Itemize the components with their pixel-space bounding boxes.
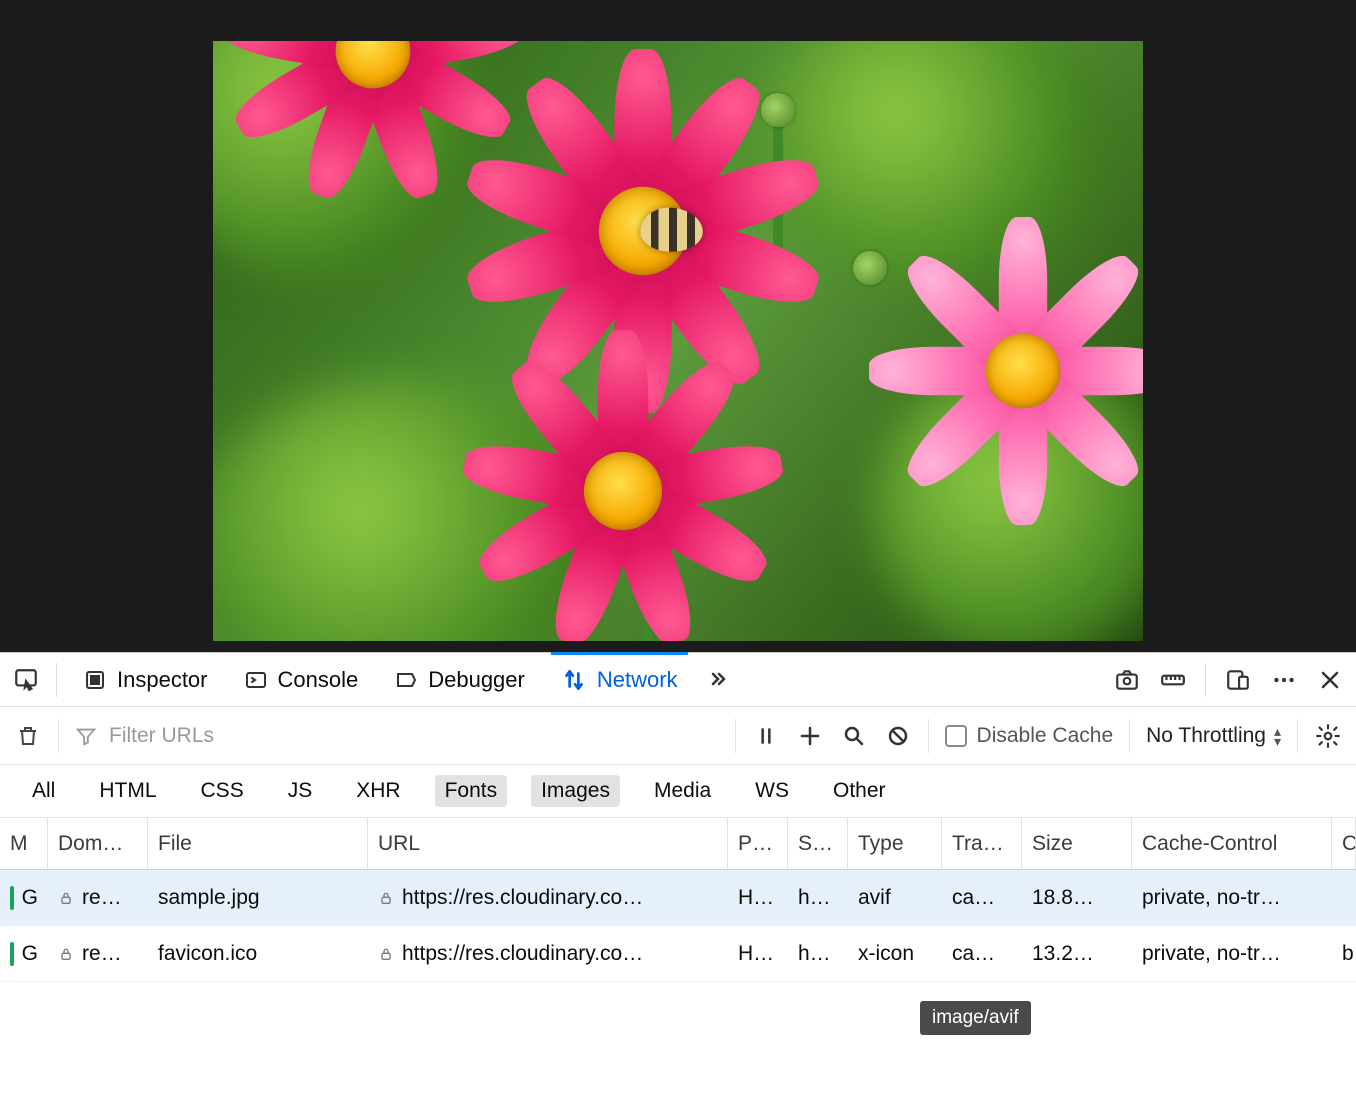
select-arrows-icon: ▴▾ (1274, 726, 1281, 746)
select-label: No Throttling (1146, 724, 1266, 748)
cell-type: x-icon (848, 942, 942, 966)
network-icon (561, 667, 587, 693)
cell-type: avif (848, 886, 942, 910)
tab-debugger[interactable]: Debugger (384, 653, 535, 706)
filter-all[interactable]: All (22, 775, 65, 807)
col-url[interactable]: URL (368, 818, 728, 869)
settings-button[interactable] (1314, 722, 1342, 750)
cell-cache-control: private, no-tr… (1132, 942, 1332, 966)
filter-html[interactable]: HTML (89, 775, 166, 807)
col-transferred[interactable]: Tra… (942, 818, 1022, 869)
cell-transferred: ca… (942, 942, 1022, 966)
displayed-image (213, 41, 1143, 641)
cell-size: 18.8… (1022, 886, 1132, 910)
type-tooltip: image/avif (920, 1001, 1031, 1035)
filter-icon (75, 725, 97, 747)
cell-protocol: H… (728, 942, 788, 966)
filter-js[interactable]: JS (278, 775, 323, 807)
tab-network[interactable]: Network (551, 653, 688, 706)
block-button[interactable] (884, 722, 912, 750)
cell-domain: re… (48, 942, 148, 966)
devtools-tab-bar: Inspector Console Debugger Network (0, 652, 1356, 707)
col-scheme[interactable]: S… (788, 818, 848, 869)
tab-label: Inspector (117, 667, 208, 693)
cell-file: sample.jpg (148, 886, 368, 910)
pick-element-button[interactable] (12, 666, 40, 694)
clear-button[interactable] (14, 722, 42, 750)
throttling-select[interactable]: No Throttling ▴▾ (1146, 724, 1281, 748)
col-domain[interactable]: Dom… (48, 818, 148, 869)
cell-size: 13.2… (1022, 942, 1132, 966)
col-file[interactable]: File (148, 818, 368, 869)
col-protocol[interactable]: P… (728, 818, 788, 869)
inspector-icon (83, 668, 107, 692)
cell-scheme: h… (788, 942, 848, 966)
tab-label: Network (597, 667, 678, 693)
filter-xhr[interactable]: XHR (346, 775, 410, 807)
table-row[interactable]: Gre…favicon.icohttps://res.cloudinary.co… (0, 926, 1356, 982)
search-button[interactable] (840, 722, 868, 750)
cell-method: G (0, 942, 48, 966)
add-button[interactable] (796, 722, 824, 750)
console-icon (244, 668, 268, 692)
responsive-design-button[interactable] (1224, 666, 1252, 694)
filter-urls-input[interactable] (109, 724, 380, 748)
col-size[interactable]: Size (1022, 818, 1132, 869)
table-row[interactable]: Gre…sample.jpghttps://res.cloudinary.co…… (0, 870, 1356, 926)
filter-css[interactable]: CSS (191, 775, 254, 807)
col-method[interactable]: M (0, 818, 48, 869)
measure-button[interactable] (1159, 666, 1187, 694)
tab-label: Debugger (428, 667, 525, 693)
filter-media[interactable]: Media (644, 775, 721, 807)
cell-cookies: b (1332, 942, 1356, 966)
content-viewport (0, 0, 1356, 652)
close-devtools-button[interactable] (1316, 666, 1344, 694)
tab-overflow-button[interactable] (704, 666, 732, 694)
pause-button[interactable] (752, 722, 780, 750)
requests-table: M Dom… File URL P… S… Type Tra… Size Cac… (0, 818, 1356, 982)
cell-protocol: H… (728, 886, 788, 910)
col-cookies[interactable]: C (1332, 818, 1356, 869)
checkbox-box (945, 725, 967, 747)
network-toolbar: Disable Cache No Throttling ▴▾ (0, 707, 1356, 765)
tab-console[interactable]: Console (234, 653, 369, 706)
tab-inspector[interactable]: Inspector (73, 653, 218, 706)
col-cache-control[interactable]: Cache-Control (1132, 818, 1332, 869)
filter-ws[interactable]: WS (745, 775, 799, 807)
cell-file: favicon.ico (148, 942, 368, 966)
cell-scheme: h… (788, 886, 848, 910)
filter-images[interactable]: Images (531, 775, 620, 807)
tab-label: Console (278, 667, 359, 693)
cell-domain: re… (48, 886, 148, 910)
screenshot-button[interactable] (1113, 666, 1141, 694)
cell-transferred: ca… (942, 886, 1022, 910)
checkbox-label: Disable Cache (977, 724, 1114, 748)
filter-other[interactable]: Other (823, 775, 896, 807)
cell-url: https://res.cloudinary.co… (368, 942, 728, 966)
col-type[interactable]: Type (848, 818, 942, 869)
debugger-icon (394, 668, 418, 692)
cell-method: G (0, 886, 48, 910)
table-header[interactable]: M Dom… File URL P… S… Type Tra… Size Cac… (0, 818, 1356, 870)
request-type-filters: All HTML CSS JS XHR Fonts Images Media WS Other (0, 765, 1356, 818)
cell-cache-control: private, no-tr… (1132, 886, 1332, 910)
disable-cache-checkbox[interactable]: Disable Cache (945, 724, 1114, 748)
cell-url: https://res.cloudinary.co… (368, 886, 728, 910)
filter-fonts[interactable]: Fonts (435, 775, 508, 807)
kebab-menu-button[interactable] (1270, 666, 1298, 694)
